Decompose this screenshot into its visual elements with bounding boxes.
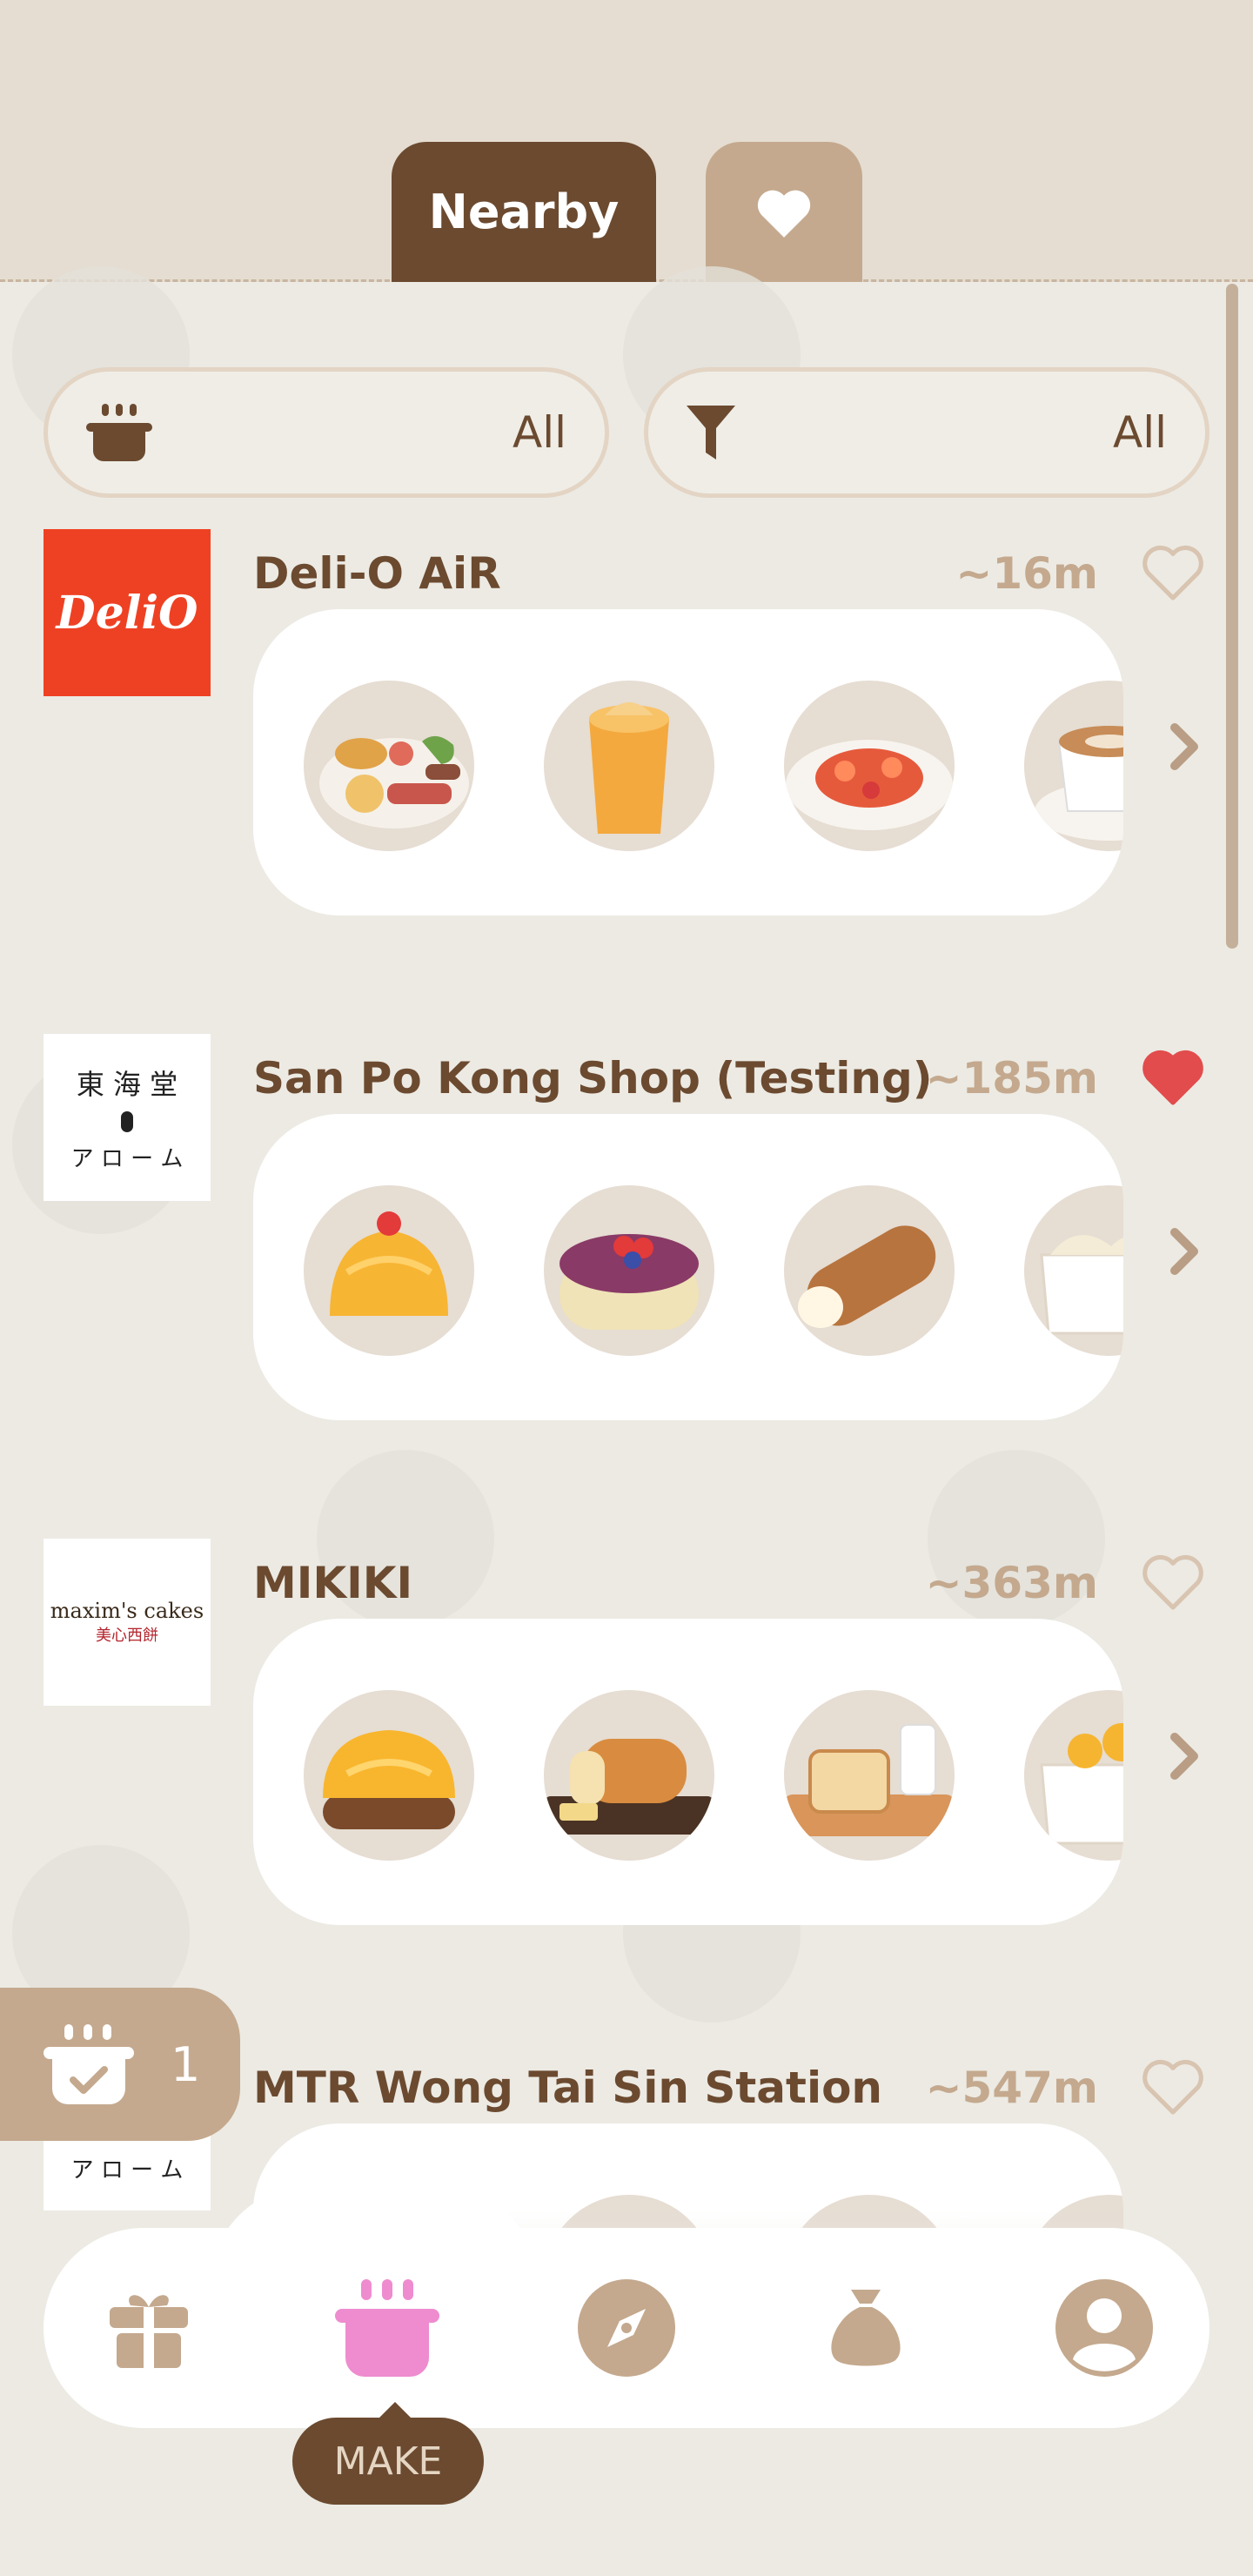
dish-carousel[interactable] <box>253 1114 1123 1420</box>
nav-item-make[interactable] <box>300 2228 474 2428</box>
shop-logo: maxim's cakes 美心西餅 <box>44 1539 211 1706</box>
pot-icon <box>86 404 152 461</box>
shop-item[interactable]: DeliO Deli-O AiR ~16m <box>0 529 1253 999</box>
funnel-icon <box>687 406 735 460</box>
pot-check-icon <box>44 2024 134 2104</box>
shop-logo-text: 東 海 堂 <box>76 1067 178 1101</box>
bread-loaf-image <box>544 1739 714 1835</box>
shop-distance: ~363m <box>925 1558 1098 1608</box>
shop-item[interactable]: maxim's cakes 美心西餅 MIKIKI ~363m <box>0 1539 1253 2009</box>
profile-icon <box>1055 2279 1153 2377</box>
cart-button[interactable]: 1 <box>0 1988 240 2141</box>
heart-icon <box>757 190 811 238</box>
dish-carousel[interactable] <box>253 609 1123 916</box>
dish-thumbnail[interactable] <box>544 1690 714 1861</box>
shop-name: MIKIKI <box>253 1558 413 1608</box>
bottom-nav <box>44 2228 1209 2428</box>
shop-logo-text: DeliO <box>56 586 198 640</box>
shop-name: San Po Kong Shop (Testing) <box>253 1053 933 1104</box>
shop-name: Deli-O AiR <box>253 548 501 599</box>
cart-count: 1 <box>171 2036 201 2092</box>
shop-distance: ~16m <box>955 548 1098 599</box>
toast-and-milk-image <box>784 1724 955 1836</box>
shop-logo-text: maxim's cakes <box>50 1599 204 1623</box>
mango-cake-image <box>330 1211 448 1316</box>
dish-thumbnail[interactable] <box>544 681 714 851</box>
chevron-right-icon[interactable] <box>1166 1225 1204 1278</box>
dish-thumbnail[interactable] <box>1024 681 1123 851</box>
dish-thumbnail[interactable] <box>544 1185 714 1356</box>
swiss-roll-image <box>798 1225 936 1328</box>
dish-thumbnail[interactable] <box>1024 1185 1123 1356</box>
tomato-pasta-image <box>786 740 953 830</box>
favorite-heart-icon[interactable] <box>1140 1046 1206 1107</box>
shop-logo-subtext: ア ロ ー ム <box>70 1145 184 1172</box>
orange-drink-image <box>589 702 669 834</box>
type-filter[interactable]: All <box>644 367 1209 498</box>
nav-item-bag[interactable] <box>779 2228 953 2428</box>
shop-item[interactable]: 東 海 堂 ア ロ ー ム San Po Kong Shop (Testing)… <box>0 1034 1253 1504</box>
tab-nearby[interactable]: Nearby <box>392 142 656 282</box>
make-label: MAKE <box>333 2438 443 2484</box>
category-filter[interactable]: All <box>44 367 609 498</box>
mango-cup-image <box>1040 1723 1123 1845</box>
tab-favorites[interactable] <box>706 142 862 282</box>
cream-cup-image <box>1040 1235 1123 1335</box>
dish-carousel[interactable] <box>253 1619 1123 1925</box>
shop-logo: DeliO <box>44 529 211 696</box>
chevron-right-icon[interactable] <box>1166 1730 1204 1782</box>
shop-logo: 東 海 堂 ア ロ ー ム <box>44 1034 211 1201</box>
nav-active-label: MAKE <box>292 2402 484 2505</box>
shop-distance: ~547m <box>925 2063 1098 2113</box>
shop-logo-subtext: 美心西餅 <box>96 1627 158 1645</box>
shop-distance: ~185m <box>925 1053 1098 1104</box>
compass-icon <box>578 2279 675 2377</box>
dish-thumbnail[interactable] <box>784 1690 955 1861</box>
mango-tart-image <box>323 1730 455 1829</box>
coffee-cup-image <box>1035 726 1123 841</box>
nav-item-explore[interactable] <box>539 2228 714 2428</box>
shop-logo-text: ア ロ ー ム <box>70 2157 184 2184</box>
dish-thumbnail[interactable] <box>304 1185 474 1356</box>
breakfast-platter-image <box>319 735 469 828</box>
type-filter-value: All <box>1113 407 1167 458</box>
nav-item-gift[interactable] <box>62 2228 236 2428</box>
dish-thumbnail[interactable] <box>304 1690 474 1861</box>
logo-dot <box>121 1110 133 1132</box>
dish-thumbnail[interactable] <box>304 681 474 851</box>
pot-icon <box>335 2279 439 2377</box>
dish-thumbnail[interactable] <box>784 1185 955 1356</box>
gift-icon <box>110 2295 188 2368</box>
dish-thumbnail[interactable] <box>784 681 955 851</box>
nav-item-profile[interactable] <box>1017 2228 1191 2428</box>
category-filter-value: All <box>513 407 566 458</box>
bag-icon <box>831 2290 901 2366</box>
favorite-heart-icon[interactable] <box>1140 2056 1206 2116</box>
shop-name: MTR Wong Tai Sin Station <box>253 2063 883 2113</box>
header: Nearby <box>0 0 1253 282</box>
favorite-heart-icon[interactable] <box>1140 1551 1206 1612</box>
berry-cake-image <box>559 1234 699 1330</box>
favorite-heart-icon[interactable] <box>1140 541 1206 602</box>
dish-thumbnail[interactable] <box>1024 1690 1123 1861</box>
tab-nearby-label: Nearby <box>428 184 620 239</box>
chevron-right-icon[interactable] <box>1166 721 1204 773</box>
